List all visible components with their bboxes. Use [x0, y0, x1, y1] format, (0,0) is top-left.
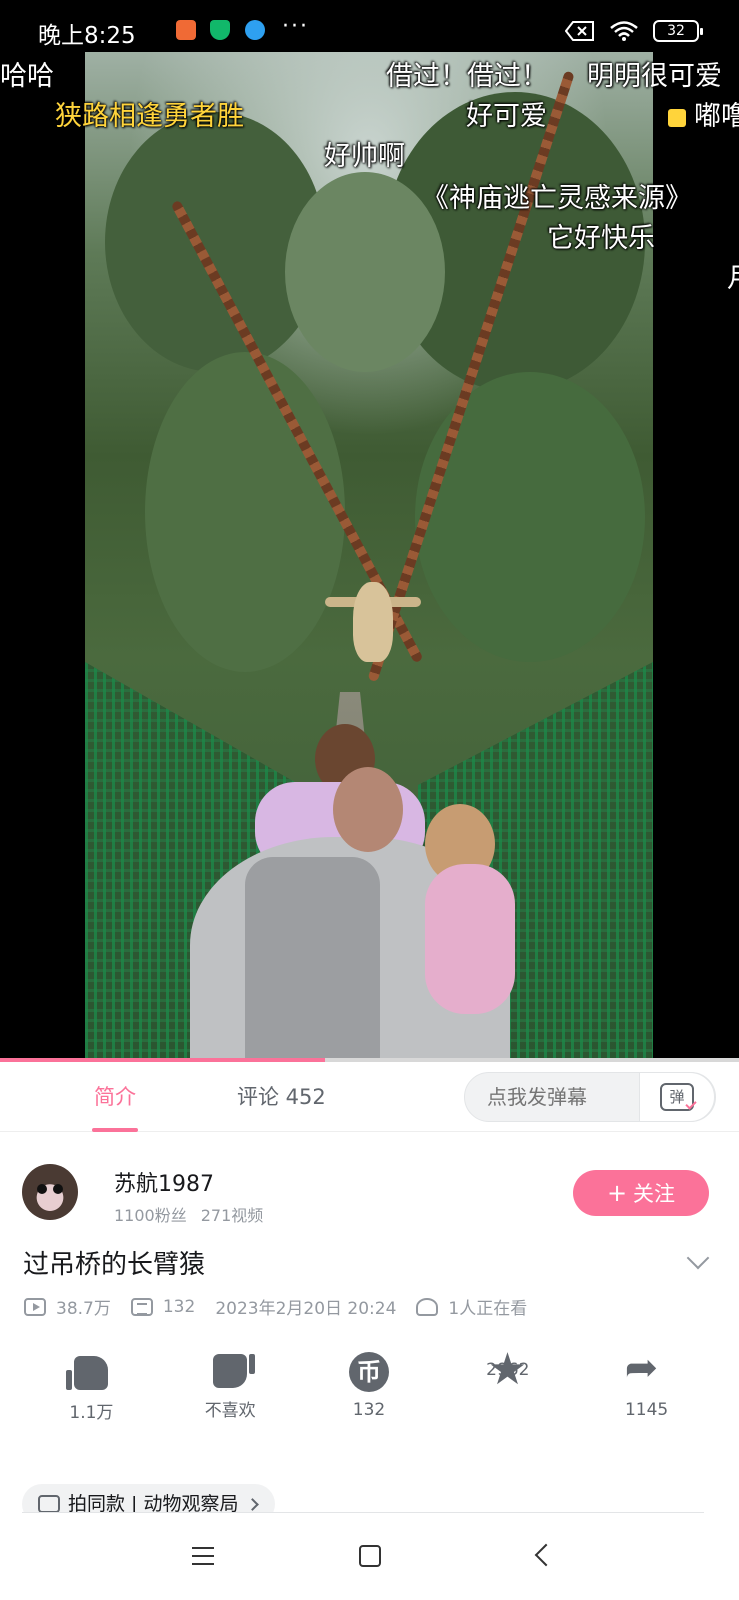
more-notifications-icon: ···: [282, 14, 309, 39]
video-title: 过吊桥的长臂猿: [23, 1250, 206, 1280]
coin-button[interactable]: 币 132: [300, 1352, 439, 1432]
like-count: 1.1万: [69, 1403, 114, 1423]
danmaku-input-box[interactable]: 弹: [464, 1072, 716, 1122]
security-app-icon: [210, 20, 230, 40]
like-button[interactable]: 1.1万: [22, 1352, 161, 1432]
share-icon: [625, 1348, 667, 1392]
thumb-down-icon: [213, 1354, 256, 1388]
danmaku-comment: 月: [727, 256, 739, 295]
coin-icon: 币: [348, 1352, 389, 1392]
moon-icon: [138, 20, 158, 40]
video-meta: 38.7万 132 2023年2月20日 20:24 1人正在看: [24, 1294, 547, 1319]
action-bar: 1.1万 不喜欢 币 132 2962 1145: [22, 1348, 716, 1432]
back-icon[interactable]: [534, 1543, 558, 1567]
status-time: 晚上8:25: [38, 23, 136, 49]
video-count: 271视频: [200, 1206, 264, 1225]
view-count: 38.7万: [56, 1299, 111, 1319]
video-camera-icon: [38, 1495, 60, 1513]
menu-icon[interactable]: [192, 1547, 214, 1565]
tab-comments[interactable]: 评论 452: [237, 1062, 326, 1132]
publish-date: 2023年2月20日 20:24: [215, 1299, 397, 1319]
danmaku-count-icon: [130, 1297, 153, 1316]
tab-intro[interactable]: 简介: [92, 1062, 138, 1132]
detail-tabs: 简介 评论 452 弹: [0, 1062, 739, 1132]
danmaku-comment: 它好快乐: [547, 223, 655, 254]
fans-count: 1100粉丝: [114, 1206, 187, 1225]
thumb-up-icon: [668, 109, 686, 127]
battery-icon: 32: [653, 20, 703, 42]
chevron-right-icon: [246, 1498, 260, 1511]
backpack: [245, 857, 380, 1060]
coin-count: 132: [352, 1400, 386, 1420]
play-count-icon: [24, 1297, 46, 1316]
danmaku-comment: 嘟噜: [668, 94, 739, 133]
home-icon[interactable]: [359, 1545, 381, 1567]
watching-now: 1人正在看: [448, 1299, 528, 1319]
follow-label: 关注: [633, 1182, 676, 1206]
shopping-app-icon: [176, 20, 196, 40]
danmaku-comment: 《神庙逃亡灵感来源》: [422, 183, 692, 214]
danmaku-input[interactable]: [487, 1085, 627, 1109]
no-sim-icon: [565, 21, 594, 41]
share-count: 1145: [624, 1400, 669, 1420]
video-player[interactable]: 哈哈 狭路相逢勇者胜 借过！借过！ 明明很可爱 好可爱 嘟噜 好帅啊 《神庙逃亡…: [0, 52, 739, 1060]
danmaku-comment: 好帅啊: [324, 141, 405, 172]
plus-icon: +: [606, 1179, 628, 1207]
uploader-stats: 1100粉丝 271视频: [114, 1202, 263, 1226]
danmaku-count: 132: [162, 1296, 196, 1317]
danmaku-comment: 明明很可爱: [587, 61, 722, 92]
viewers-icon: [416, 1297, 439, 1316]
wifi-icon: [610, 21, 638, 41]
share-button[interactable]: 1145: [577, 1348, 716, 1432]
chevron-down-icon[interactable]: [686, 1246, 710, 1270]
danmaku-comment: 哈哈: [0, 61, 54, 92]
app-icon: [245, 20, 265, 40]
gibbon: [353, 582, 393, 662]
follow-button[interactable]: + 关注: [573, 1170, 709, 1216]
danmaku-comment: 借过！借过！: [386, 61, 548, 92]
thumb-up-icon: [66, 1356, 109, 1390]
uploader-name[interactable]: 苏航1987: [114, 1166, 214, 1198]
avatar[interactable]: [22, 1164, 78, 1220]
danmaku-comment: 狭路相逢勇者胜: [55, 101, 244, 132]
dislike-label: 不喜欢: [204, 1401, 256, 1421]
favorite-button[interactable]: 2962: [438, 1348, 577, 1432]
child-figure: [425, 864, 515, 1014]
system-nav-bar: [0, 1513, 739, 1600]
dislike-button[interactable]: 不喜欢: [161, 1352, 300, 1432]
danmaku-toggle-button[interactable]: 弹: [639, 1072, 715, 1122]
danmaku-comment: 好可爱: [466, 101, 547, 132]
